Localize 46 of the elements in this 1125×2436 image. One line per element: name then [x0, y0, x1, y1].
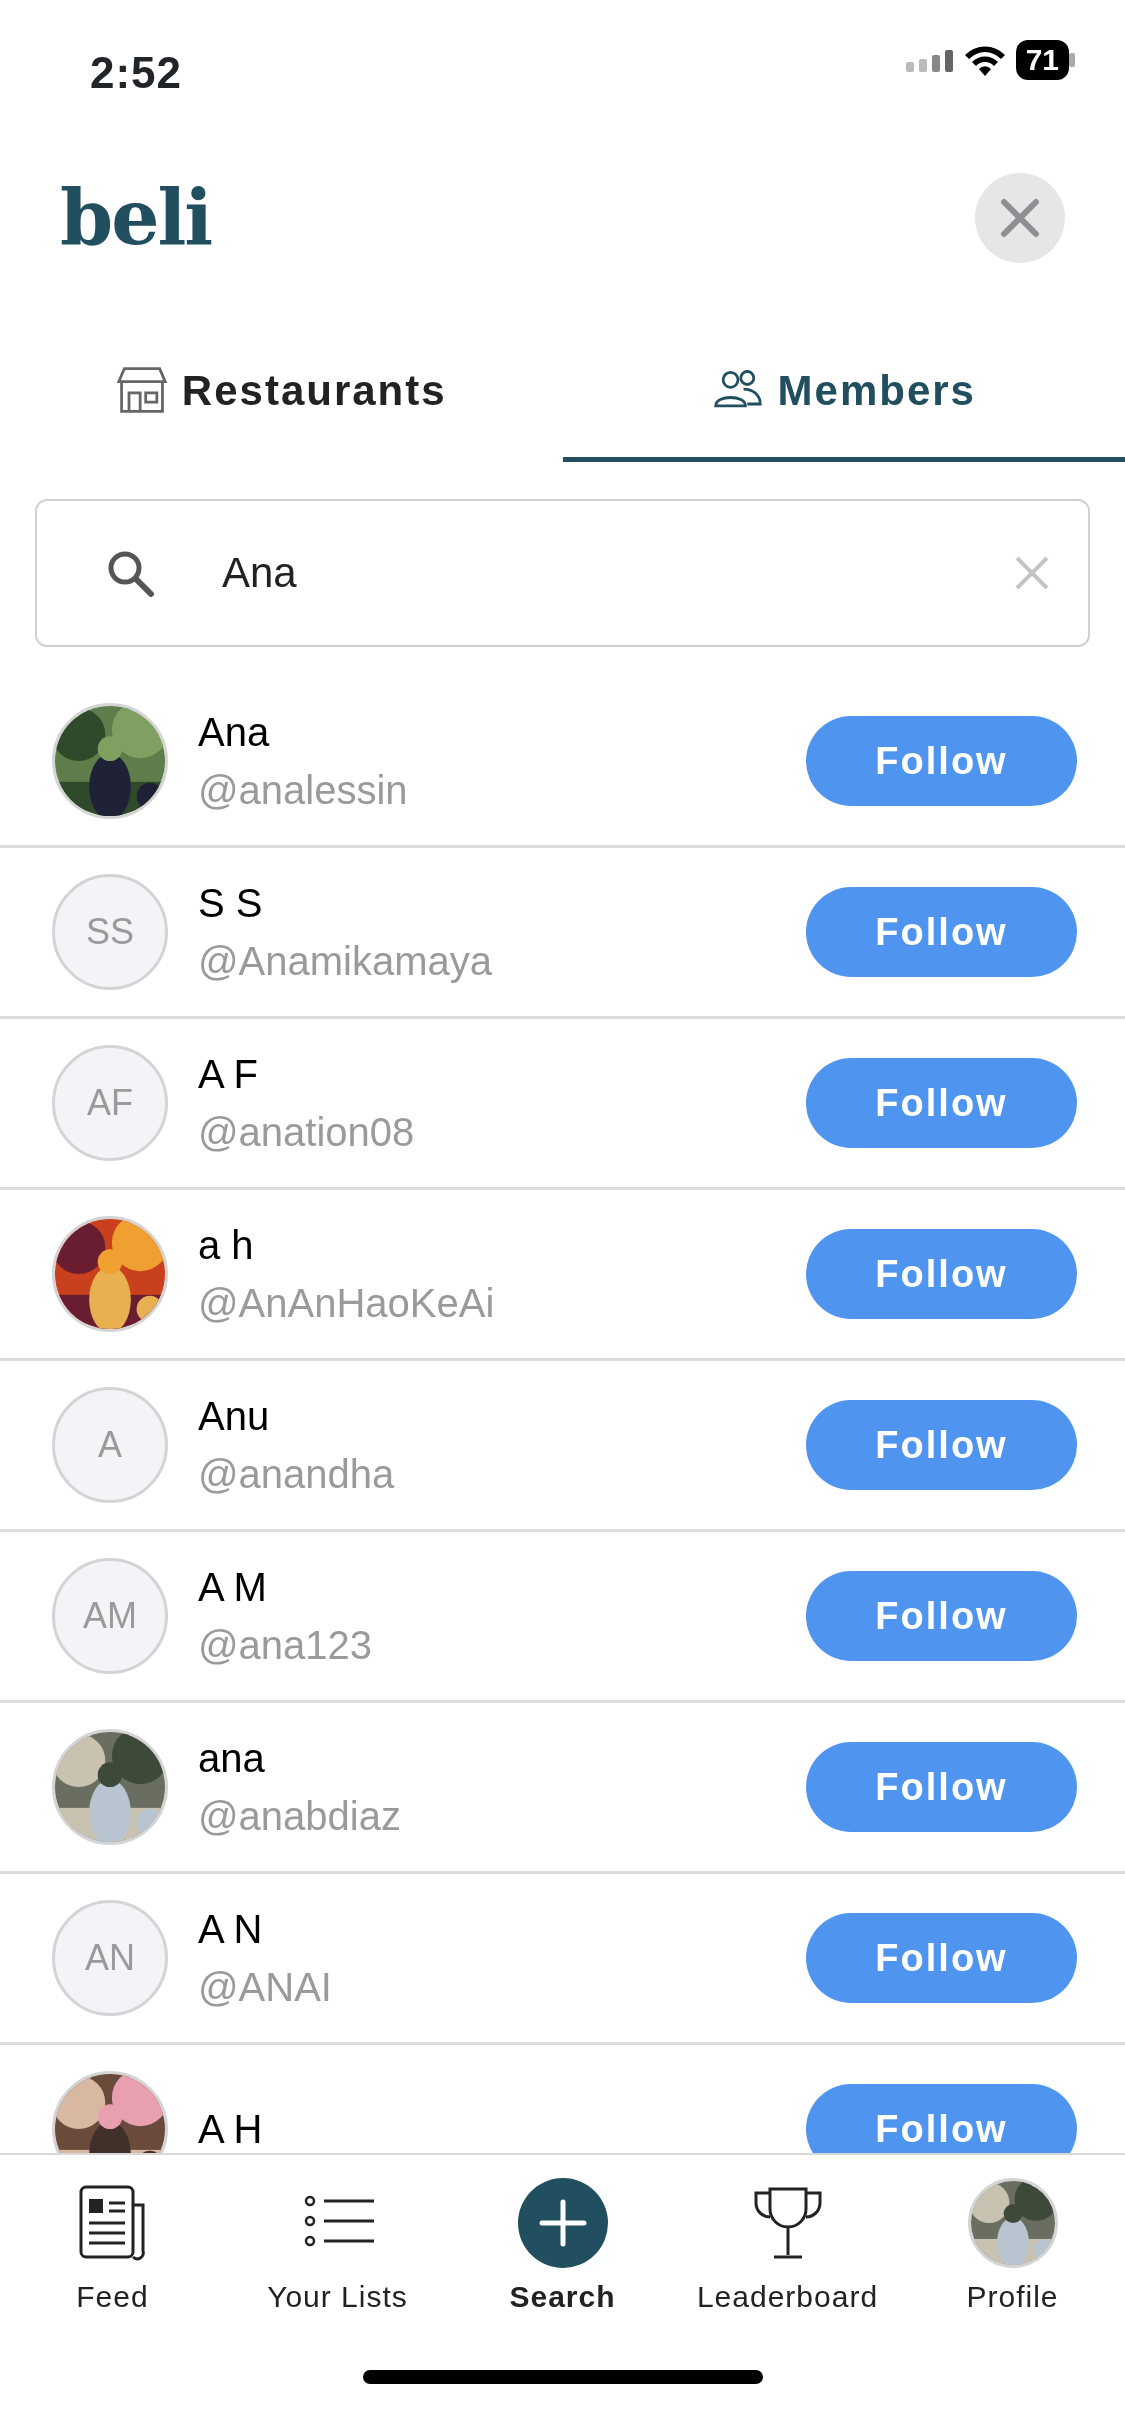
signal-icon	[905, 48, 954, 72]
member-name: Anu	[198, 1393, 271, 1440]
battery-cap-icon	[1069, 53, 1075, 67]
member-name: A F	[198, 1051, 260, 1098]
tab[interactable]: Restaurants	[0, 305, 563, 462]
avatar-initials: AM	[83, 1594, 137, 1638]
follow-button[interactable]: Follow	[806, 1400, 1077, 1490]
member-name: a h	[198, 1222, 255, 1269]
nav-tab[interactable]: Your Lists	[225, 2177, 450, 2320]
member-handle: @Anamikamaya	[198, 938, 494, 985]
follow-button[interactable]: Follow	[806, 1229, 1077, 1319]
nav-tab[interactable]: Leaderboard	[675, 2177, 900, 2320]
member-name: Ana	[198, 709, 271, 756]
avatar-initials: SS	[86, 910, 134, 954]
status-time: 2:52	[90, 47, 183, 99]
close-icon	[1000, 197, 1040, 238]
avatar-initials: AF	[87, 1081, 133, 1125]
nav-tab[interactable]: Profile	[900, 2177, 1125, 2320]
member-handle: @ana123	[198, 1622, 374, 1669]
nav-tab[interactable]: Search	[450, 2177, 675, 2320]
member-name: ana	[198, 1735, 266, 1782]
battery-level: 71	[1015, 40, 1069, 80]
member-name: A N	[198, 1906, 264, 1953]
follow-button[interactable]: Follow	[806, 1058, 1077, 1148]
tab[interactable]: Members	[562, 305, 1125, 462]
avatar-initials: AN	[85, 1936, 135, 1980]
member-name: A M	[198, 1564, 268, 1611]
follow-button[interactable]: Follow	[806, 1913, 1077, 2003]
member-handle: @anandha	[198, 1451, 396, 1498]
member-handle: @analessin	[198, 767, 409, 814]
follow-button[interactable]: Follow	[806, 1742, 1077, 1832]
follow-button[interactable]: Follow	[806, 887, 1077, 977]
member-handle: @ANAI	[198, 1964, 333, 2011]
clear-icon[interactable]	[1014, 555, 1050, 591]
avatar-initials: A	[98, 1423, 122, 1467]
member-handle: @AnAnHaoKeAi	[198, 1280, 496, 1327]
member-name: A H	[198, 2106, 264, 2153]
app-logo: beli	[60, 171, 212, 264]
member-name: S S	[198, 880, 264, 927]
follow-button[interactable]: Follow	[806, 2084, 1077, 2153]
nav-tab[interactable]: Feed	[0, 2177, 225, 2320]
follow-button[interactable]: Follow	[806, 716, 1077, 806]
member-handle: @anabdiaz	[198, 1793, 402, 1840]
search-field[interactable]: Ana	[35, 499, 1090, 647]
member-handle: @anation08	[198, 1109, 416, 1156]
follow-button[interactable]: Follow	[806, 1571, 1077, 1661]
